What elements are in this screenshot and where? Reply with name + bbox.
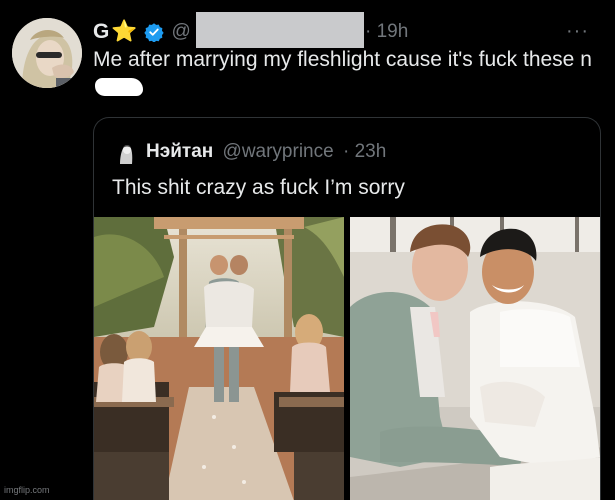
tweet: G ⭐ @ · 19h ··· Me after marrying my fle… bbox=[0, 0, 615, 500]
quoted-author-avatar[interactable] bbox=[116, 142, 136, 164]
author-handle[interactable]: @ bbox=[172, 21, 191, 43]
display-name[interactable]: G bbox=[93, 20, 109, 44]
avatar-image bbox=[12, 18, 82, 88]
quoted-timestamp[interactable]: · 23h bbox=[343, 141, 386, 162]
quoted-tweet[interactable]: Нэйтан @waryprince · 23h This shit crazy… bbox=[93, 117, 601, 500]
tweet-header: G ⭐ @ · 19h bbox=[93, 12, 408, 48]
quoted-handle[interactable]: @waryprince bbox=[223, 141, 334, 162]
wedding-aisle-image bbox=[94, 217, 344, 500]
tweet-timestamp[interactable]: · 19h bbox=[365, 21, 408, 43]
watermark: imgflip.com bbox=[4, 485, 50, 495]
star-emoji: ⭐ bbox=[111, 20, 138, 43]
verified-badge-icon bbox=[143, 23, 164, 42]
quoted-tweet-text: This shit crazy as fuck I’m sorry bbox=[112, 176, 405, 199]
tweet-text: Me after marrying my fleshlight cause it… bbox=[93, 46, 593, 102]
tweet-text-content: Me after marrying my fleshlight cause it… bbox=[93, 48, 592, 71]
redaction-box bbox=[196, 12, 364, 48]
quoted-display-name[interactable]: Нэйтан bbox=[146, 141, 213, 162]
photo-couple-sitting[interactable] bbox=[350, 217, 600, 500]
photo-wedding-aisle[interactable] bbox=[94, 217, 344, 500]
author-avatar[interactable] bbox=[12, 18, 82, 88]
more-options-icon[interactable]: ··· bbox=[566, 20, 589, 43]
redaction-blob bbox=[95, 78, 143, 96]
couple-sitting-image bbox=[350, 217, 600, 500]
quoted-tweet-header: Нэйтан @waryprince · 23h bbox=[146, 141, 386, 163]
